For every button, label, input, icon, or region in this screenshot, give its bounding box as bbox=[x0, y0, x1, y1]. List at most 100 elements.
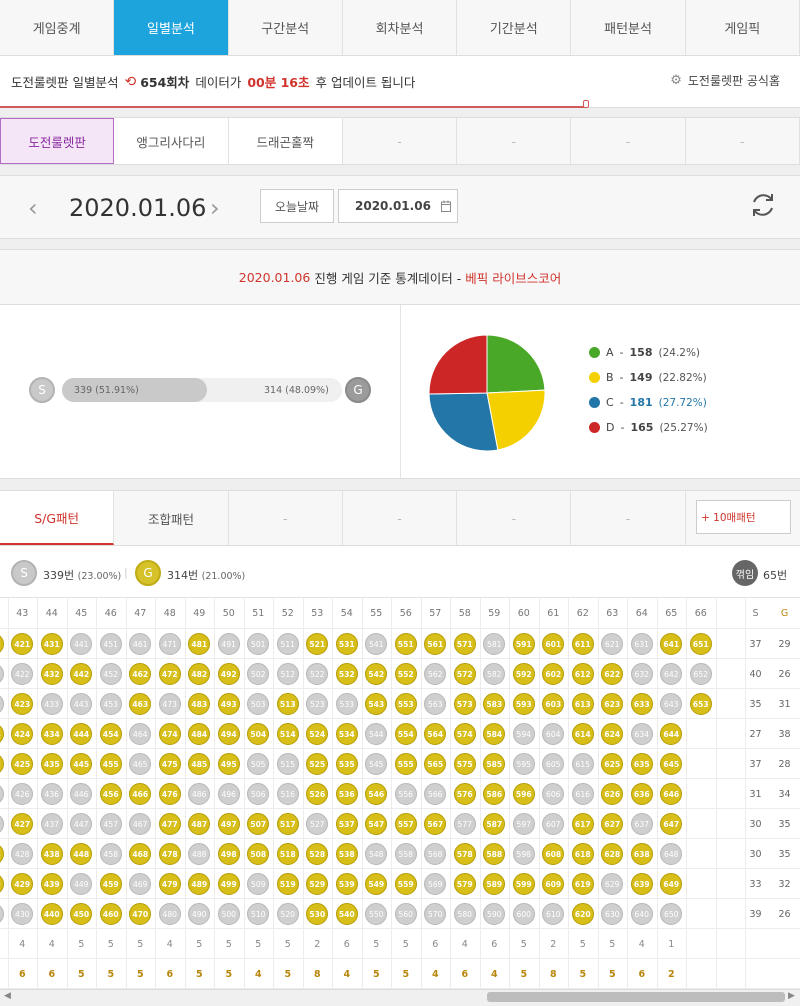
g-ball: 587 bbox=[483, 813, 506, 835]
s-ball: 461 bbox=[129, 633, 152, 655]
g-ball: 635 bbox=[630, 753, 653, 775]
next-date-icon[interactable]: › bbox=[210, 194, 220, 222]
s-ball: 422 bbox=[11, 663, 34, 685]
grid-cell: 574 bbox=[450, 719, 480, 749]
g-ball: 586 bbox=[483, 783, 506, 805]
top-tab-5[interactable]: 패턴분석 bbox=[571, 0, 686, 55]
prev-date-icon[interactable]: ‹ bbox=[28, 194, 38, 222]
s-ball: 550 bbox=[365, 903, 388, 925]
grid-cell: 645 bbox=[657, 749, 687, 779]
g-ball: 584 bbox=[483, 723, 506, 745]
game-tab-0[interactable]: 도전룰렛판 bbox=[0, 118, 115, 164]
bend-icon: 꺾임 bbox=[732, 560, 758, 586]
top-tab-4[interactable]: 기간분석 bbox=[457, 0, 572, 55]
grid-cell: 506 bbox=[244, 779, 274, 809]
pattern-tab-0[interactable]: S/G패턴 bbox=[0, 491, 115, 545]
pattern-summary: S 339번 (23.00%) | G 314번 (21.00%) 꺾임 65번 bbox=[0, 546, 800, 598]
g-ball: 448 bbox=[70, 843, 93, 865]
s-ball: 629 bbox=[601, 873, 624, 895]
grid-cell: 564 bbox=[421, 719, 451, 749]
top-tab-3[interactable]: 회차분석 bbox=[343, 0, 458, 55]
grid-cell: 641 bbox=[657, 629, 687, 659]
s-ball: 590 bbox=[483, 903, 506, 925]
bottom-count-g: 5 bbox=[77, 968, 85, 980]
g-ball: 608 bbox=[542, 843, 565, 865]
s-ball: 420 bbox=[0, 903, 4, 925]
grid-cell: 571 bbox=[450, 629, 480, 659]
pattern-tab-1[interactable]: 조합패턴 bbox=[114, 491, 229, 545]
grid-cell: 541 bbox=[362, 629, 392, 659]
grid-col-header: 45 bbox=[75, 607, 88, 619]
grid-cell: 482 bbox=[185, 659, 215, 689]
grid-cell: 507 bbox=[244, 809, 274, 839]
top-tab-1[interactable]: 일별분석 bbox=[114, 0, 229, 55]
grid-cell: 445 bbox=[67, 749, 97, 779]
s-ball: 469 bbox=[129, 873, 152, 895]
today-button[interactable]: 오늘날짜 bbox=[260, 189, 334, 223]
s-ball: 642 bbox=[660, 663, 683, 685]
g-ball: 463 bbox=[129, 693, 152, 715]
bottom-count-g: 6 bbox=[638, 968, 646, 980]
grid-cell: 608 bbox=[539, 839, 569, 869]
s-ball: 453 bbox=[99, 693, 122, 715]
grid-cell: 537 bbox=[332, 809, 362, 839]
g-ball: 472 bbox=[158, 663, 181, 685]
g-ball: 649 bbox=[660, 873, 683, 895]
s-ball: 500 bbox=[217, 903, 240, 925]
scrollbar-thumb[interactable] bbox=[487, 992, 785, 1002]
grid-cell: 497 bbox=[214, 809, 244, 839]
s-ball: 533 bbox=[335, 693, 358, 715]
scroll-right-icon[interactable]: ▶ bbox=[788, 991, 795, 1001]
s-ball: 430 bbox=[11, 903, 34, 925]
s-ball: 512 bbox=[276, 663, 299, 685]
bottom-count-s: 5 bbox=[579, 938, 586, 950]
s-ball: 637 bbox=[630, 813, 653, 835]
grid-cell: 546 bbox=[362, 779, 392, 809]
grid-cell: 543 bbox=[362, 689, 392, 719]
grid-cell: 430 bbox=[8, 899, 38, 929]
grid-cell: 520 bbox=[273, 899, 303, 929]
info-mid: 데이터가 bbox=[195, 75, 242, 90]
scroll-left-icon[interactable]: ◀ bbox=[4, 991, 11, 1001]
date-input[interactable]: 2020.01.06 bbox=[338, 189, 458, 223]
row-s-count: 33 bbox=[749, 878, 762, 890]
top-tab-0[interactable]: 게임중계 bbox=[0, 0, 115, 55]
g-ball: 633 bbox=[630, 693, 653, 715]
s-ball: 502 bbox=[247, 663, 270, 685]
official-site-link[interactable]: ⚙ 도전룰렛판 공식홈 bbox=[670, 72, 780, 89]
refresh-icon[interactable] bbox=[748, 190, 778, 220]
g-ball: 431 bbox=[40, 633, 63, 655]
grid-cell: 419 bbox=[0, 869, 8, 899]
top-tab-2[interactable]: 구간분석 bbox=[229, 0, 343, 55]
grid-cell: 607 bbox=[539, 809, 569, 839]
g-ball: 611 bbox=[571, 633, 594, 655]
game-tab-2[interactable]: 드래곤홀짝 bbox=[228, 118, 343, 164]
grid-cell: 630 bbox=[598, 899, 628, 929]
g-ball: 647 bbox=[660, 813, 683, 835]
grid-cell: 649 bbox=[657, 869, 687, 899]
g-ball: 497 bbox=[217, 813, 240, 835]
s-ball: 606 bbox=[542, 783, 565, 805]
g-ball: 518 bbox=[276, 843, 299, 865]
bottom-count-g: 5 bbox=[136, 968, 144, 980]
grid-col-header: 48 bbox=[163, 607, 176, 619]
g-ball: 484 bbox=[188, 723, 211, 745]
legend-value-B: 149 bbox=[629, 371, 653, 384]
grid-cell: 609 bbox=[539, 869, 569, 899]
g-ball: 613 bbox=[571, 693, 594, 715]
legend-item-C: C -181 (27.72%) bbox=[589, 396, 707, 409]
grid-cell: 533 bbox=[332, 689, 362, 719]
g-ball: 454 bbox=[99, 723, 122, 745]
grid-cell: 523 bbox=[303, 689, 333, 719]
top-tab-6[interactable]: 게임픽 bbox=[686, 0, 800, 55]
game-tab-1[interactable]: 앵그리사다리 bbox=[114, 118, 229, 164]
grid-col-header: 49 bbox=[193, 607, 206, 619]
g-ball: 646 bbox=[660, 783, 683, 805]
g-ball: 445 bbox=[70, 753, 93, 775]
summary-s-count-value: 339번 bbox=[43, 569, 75, 582]
ten-pattern-button[interactable]: + 10매패턴 bbox=[696, 500, 791, 534]
g-ball: 534 bbox=[335, 723, 358, 745]
grid-cell: 542 bbox=[362, 659, 392, 689]
bottom-count-s: 4 bbox=[48, 938, 55, 950]
grid-cell: 578 bbox=[450, 839, 480, 869]
